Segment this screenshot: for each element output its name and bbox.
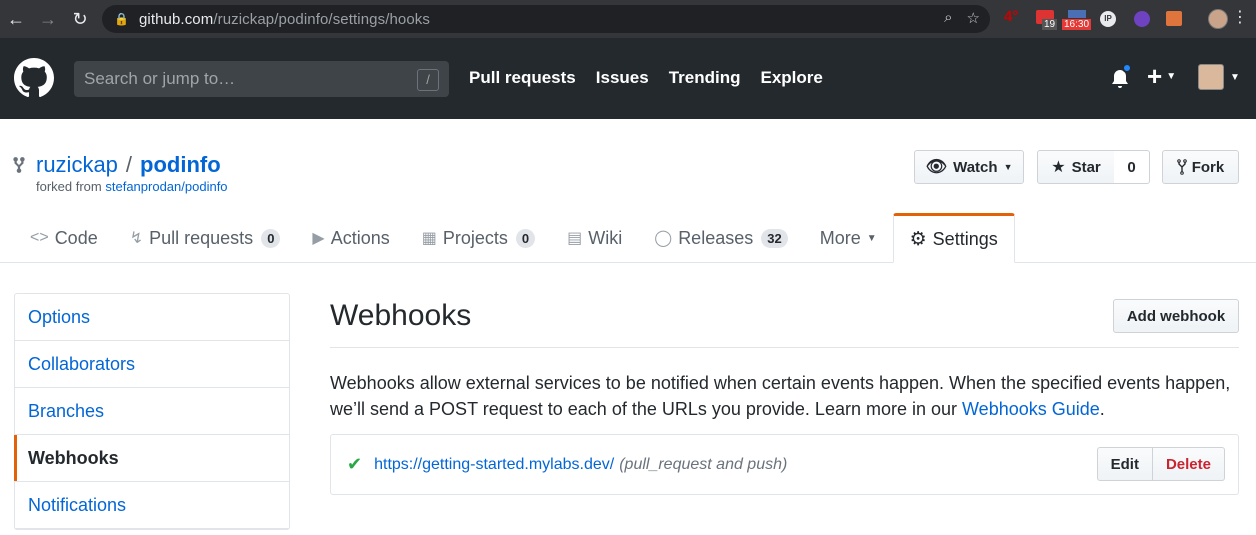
back-icon[interactable]: ← [3, 6, 29, 32]
webhooks-panel: Webhooks Add webhook Webhooks allow exte… [330, 293, 1239, 495]
forked-from: forked from stefanprodan/podinfo [36, 179, 228, 194]
plus-icon: + [1147, 61, 1163, 91]
tag-icon: ◯ [654, 230, 673, 247]
pull-requests-count: 0 [261, 228, 281, 248]
tab-code[interactable]: <> Code [14, 213, 114, 263]
play-icon: ▶ [312, 230, 325, 247]
address-bar[interactable]: 🔒 github.com/ruzickap/podinfo/settings/h… [102, 5, 990, 33]
tab-more[interactable]: More ▼ [804, 213, 893, 263]
gear-icon: ⚙ [909, 228, 927, 250]
chevron-down-icon: ▼ [1003, 162, 1013, 172]
webhook-events: (pull_request and push) [619, 455, 788, 473]
edit-webhook-button[interactable]: Edit [1096, 447, 1153, 481]
star-button[interactable]: ★ Star [1037, 150, 1115, 184]
add-webhook-button[interactable]: Add webhook [1113, 299, 1239, 333]
delete-webhook-button[interactable]: Delete [1152, 447, 1225, 481]
search-shortcut-key: / [417, 69, 439, 91]
repo-header: ruzickap / podinfo forked from stefanproda… [0, 119, 1256, 263]
sidebar-item-collaborators[interactable]: Collaborators [15, 341, 289, 388]
projects-count: 0 [515, 228, 536, 248]
purple-extension-icon[interactable] [1134, 11, 1150, 27]
forked-source-link[interactable]: stefanprodan/podinfo [105, 179, 227, 194]
bookmark-star-icon[interactable]: ☆ [967, 9, 980, 27]
divider [330, 347, 1239, 348]
webhook-url-link[interactable]: https://getting-started.mylabs.dev/ [374, 456, 614, 474]
repo-name-link[interactable]: podinfo [140, 152, 221, 177]
eye-icon: 👁 [925, 157, 948, 176]
chevron-down-icon: ▼ [1230, 71, 1240, 83]
lock-icon: 🔒 [114, 12, 129, 26]
webhooks-description: Webhooks allow external services to be n… [330, 373, 1231, 419]
settings-sidebar: Options Collaborators Branches Webhooks … [14, 293, 290, 530]
fork-icon [1176, 159, 1187, 175]
tab-actions[interactable]: ▶ Actions [296, 213, 405, 263]
tab-releases[interactable]: ◯ Releases 32 [638, 213, 803, 263]
repo-separator: / [125, 152, 133, 177]
nav-trending[interactable]: Trending [669, 68, 741, 88]
sidebar-item-branches[interactable]: Branches [15, 388, 289, 435]
tab-pull-requests[interactable]: ↯ Pull requests 0 [114, 213, 297, 263]
browser-toolbar: ← → ↻ 🔒 github.com/ruzickap/podinfo/sett… [0, 0, 1256, 38]
project-icon: ▦ [421, 230, 437, 247]
page-title: Webhooks [330, 299, 472, 332]
nav-issues[interactable]: Issues [596, 68, 649, 88]
global-nav: Pull requests Issues Trending Explore [469, 68, 823, 88]
search-input[interactable] [84, 69, 404, 89]
releases-count: 32 [761, 228, 788, 248]
pull-request-icon: ↯ [129, 230, 144, 247]
tab-settings[interactable]: ⚙ Settings [892, 213, 1015, 263]
user-menu-button[interactable]: ▼ [1198, 64, 1240, 90]
nav-pull-requests[interactable]: Pull requests [469, 68, 576, 88]
fork-button[interactable]: Fork [1162, 150, 1239, 184]
avatar [1198, 64, 1224, 90]
repo-forked-icon [13, 157, 25, 173]
chevron-down-icon: ▼ [1166, 70, 1177, 82]
webhooks-guide-link[interactable]: Webhooks Guide [962, 399, 1100, 419]
sidebar-item-notifications[interactable]: Notifications [15, 482, 289, 529]
reload-icon[interactable]: ↻ [67, 6, 93, 32]
notification-dot [1122, 63, 1132, 73]
github-header: / Pull requests Issues Trending Explore … [0, 38, 1256, 119]
calendar-extension-icon[interactable] [1068, 10, 1086, 18]
chevron-down-icon: ▼ [866, 232, 877, 244]
tab-wiki[interactable]: ▤ Wiki [551, 213, 638, 263]
book-icon: ▤ [567, 230, 583, 247]
webhook-row: ✔ https://getting-started.mylabs.dev/ (p… [330, 434, 1239, 495]
code-icon: <> [30, 229, 49, 246]
browser-menu-icon[interactable]: ⋮ [1232, 10, 1248, 26]
repo-tabs: <> Code ↯ Pull requests 0 ▶ Actions ▦ Project… [14, 213, 1015, 263]
github-logo-icon[interactable] [14, 58, 54, 98]
star-count[interactable]: 0 [1114, 150, 1150, 184]
zoom-icon[interactable]: ⌕ [944, 9, 952, 27]
star-icon: ★ [1051, 159, 1066, 176]
weather-extension-icon[interactable]: 4° [1004, 8, 1018, 25]
tab-projects[interactable]: ▦ Projects 0 [406, 213, 551, 263]
url-text: github.com/ruzickap/podinfo/settings/hoo… [138, 10, 430, 28]
nav-explore[interactable]: Explore [760, 68, 822, 88]
watch-button[interactable]: 👁 Watch ▼ [914, 150, 1024, 184]
gmail-count-badge: 19 [1042, 19, 1058, 30]
search-box[interactable]: / [74, 61, 449, 97]
forward-icon[interactable]: → [35, 6, 61, 32]
browser-profile-avatar[interactable] [1208, 9, 1228, 29]
create-new-button[interactable]: + ▼ [1147, 61, 1177, 91]
ip-extension-icon[interactable]: IP [1100, 11, 1116, 27]
repo-owner-link[interactable]: ruzickap [36, 152, 118, 177]
orange-extension-icon[interactable] [1166, 11, 1182, 26]
calendar-time-badge: 16:30 [1062, 19, 1092, 30]
sidebar-item-options[interactable]: Options [15, 294, 289, 341]
check-icon: ✔ [347, 454, 363, 474]
sidebar-item-webhooks[interactable]: Webhooks [14, 435, 289, 482]
